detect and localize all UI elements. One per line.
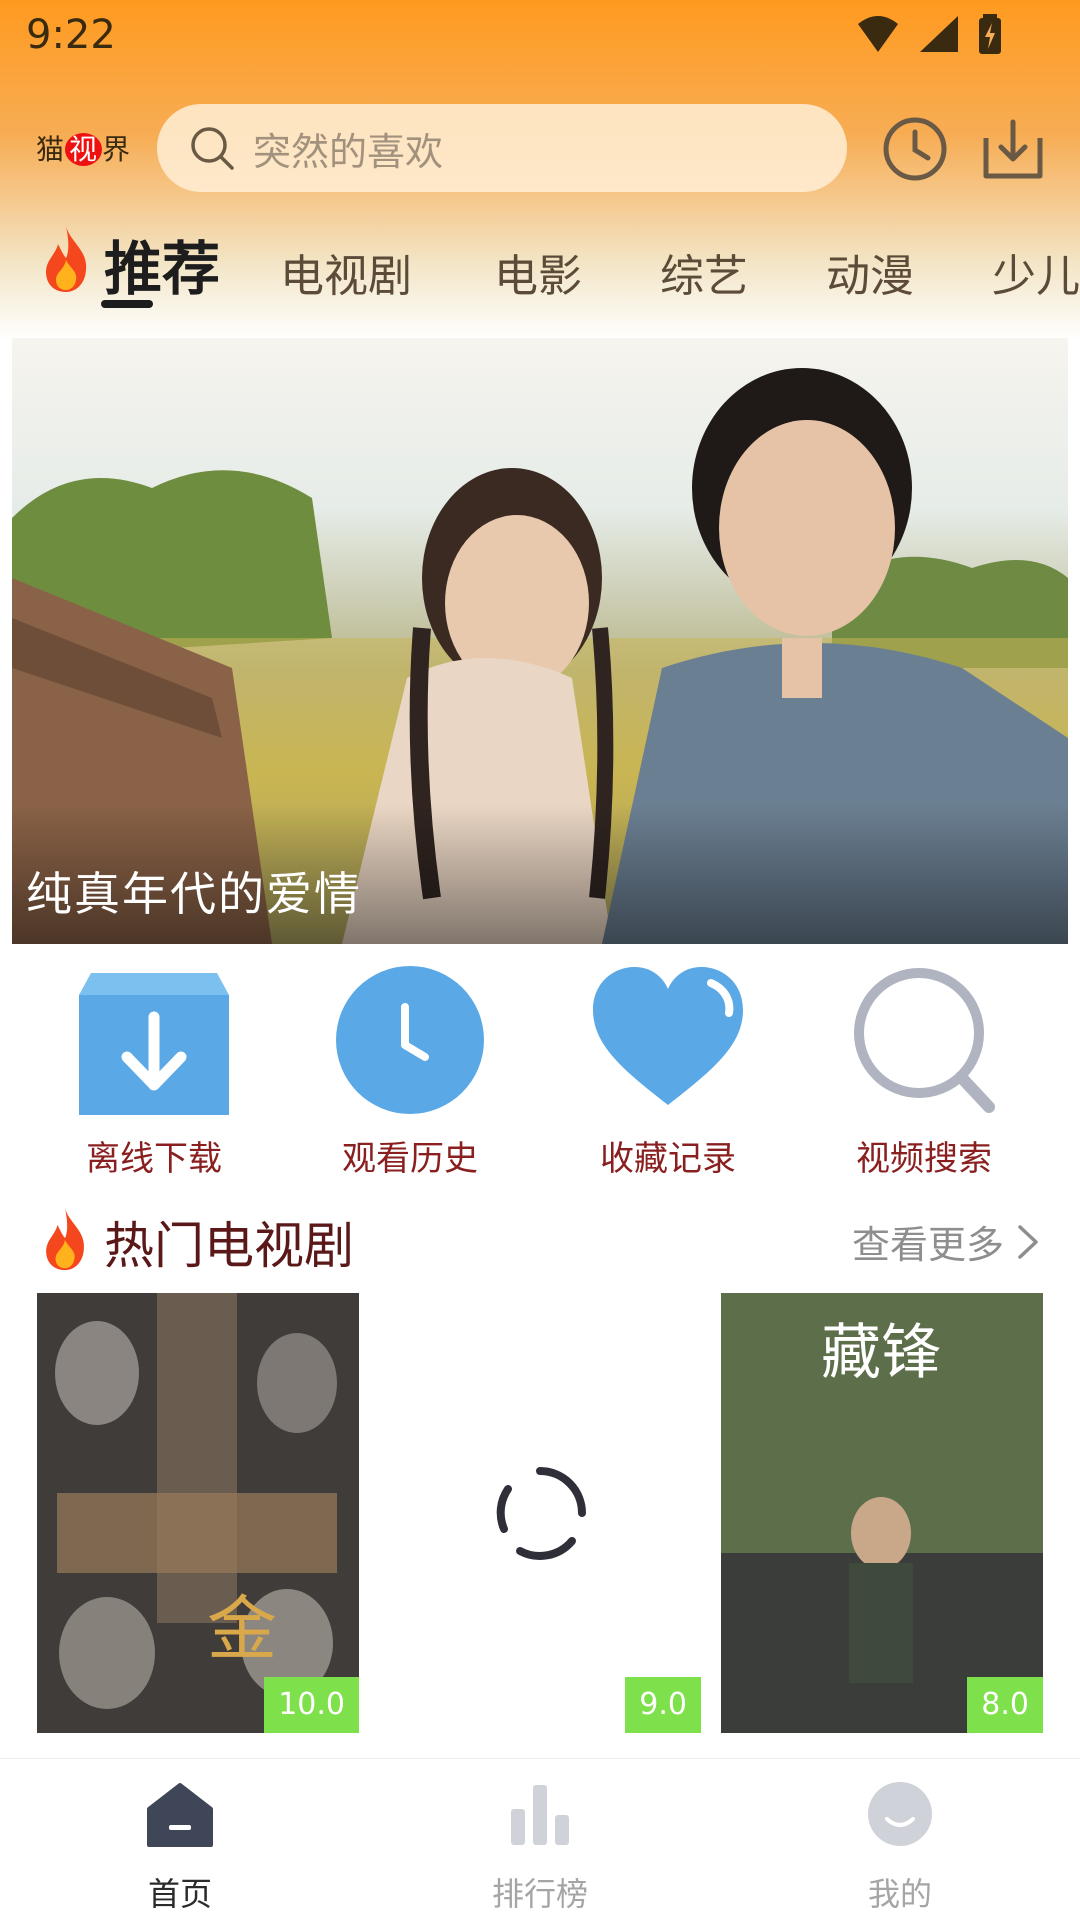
active-tab-indicator bbox=[101, 300, 153, 308]
category-tabs: 推荐 电视剧 电影 综艺 动漫 少儿 bbox=[0, 210, 1080, 320]
watch-history-label: 观看历史 bbox=[342, 1139, 478, 1179]
nav-profile[interactable]: 我的 bbox=[800, 1779, 1000, 1915]
video-search-label: 视频搜索 bbox=[856, 1139, 992, 1179]
poster-card[interactable]: 金 10.0 bbox=[37, 1293, 359, 1733]
section-title: 热门电视剧 bbox=[104, 1217, 354, 1275]
search-input[interactable]: 突然的喜欢 bbox=[157, 104, 847, 192]
app-logo: 猫视界 bbox=[36, 133, 132, 166]
status-bar: 9:22 bbox=[0, 0, 1080, 72]
tab-variety[interactable]: 综艺 bbox=[660, 240, 748, 304]
hero-banner[interactable]: 纯真年代的爱情 bbox=[12, 338, 1068, 944]
tab-recommend[interactable]: 推荐 bbox=[104, 222, 220, 306]
tab-anime[interactable]: 动漫 bbox=[826, 240, 914, 304]
nav-ranking-label: 排行榜 bbox=[491, 1875, 588, 1913]
home-icon bbox=[147, 1783, 213, 1847]
wifi-icon bbox=[858, 16, 898, 52]
hot-tv-section-header: 热门电视剧 查看更多 bbox=[40, 1200, 1040, 1280]
download-button[interactable] bbox=[978, 114, 1048, 184]
signal-icon bbox=[920, 16, 958, 52]
rating-badge: 9.0 bbox=[625, 1677, 701, 1733]
bar-chart-icon bbox=[511, 1785, 569, 1845]
poster-image: 金 bbox=[37, 1293, 359, 1733]
status-time: 9:22 bbox=[26, 12, 116, 58]
offline-download-label: 离线下载 bbox=[86, 1139, 222, 1179]
svg-text:藏锋: 藏锋 bbox=[821, 1318, 941, 1388]
flame-icon bbox=[46, 1207, 85, 1271]
nav-ranking[interactable]: 排行榜 bbox=[440, 1779, 640, 1915]
status-icons bbox=[856, 14, 1002, 54]
chevron-right-icon bbox=[1018, 1224, 1038, 1259]
search-icon bbox=[854, 968, 995, 1113]
banner-caption: 纯真年代的爱情 bbox=[26, 867, 362, 921]
poster-card[interactable]: 藏锋 8.0 bbox=[721, 1293, 1043, 1733]
rating-badge: 10.0 bbox=[264, 1677, 359, 1733]
favorites-label: 收藏记录 bbox=[600, 1139, 736, 1179]
nav-home[interactable]: 首页 bbox=[80, 1779, 280, 1915]
svg-text:金: 金 bbox=[207, 1588, 277, 1670]
tab-kids[interactable]: 少儿 bbox=[992, 240, 1080, 304]
profile-icon bbox=[868, 1782, 932, 1846]
see-more-link[interactable]: 查看更多 bbox=[852, 1214, 1040, 1269]
watch-history-button[interactable]: 观看历史 bbox=[300, 965, 520, 1180]
search-placeholder: 突然的喜欢 bbox=[253, 129, 444, 174]
poster-card[interactable]: 9.0 bbox=[379, 1293, 701, 1733]
flame-icon bbox=[46, 226, 87, 292]
favorites-button[interactable]: 收藏记录 bbox=[558, 965, 778, 1180]
history-button[interactable] bbox=[880, 114, 950, 184]
see-more-label: 查看更多 bbox=[851, 1223, 1004, 1267]
clock-icon bbox=[336, 966, 484, 1114]
nav-home-label: 首页 bbox=[147, 1875, 212, 1913]
loading-spinner-icon bbox=[496, 1467, 586, 1560]
tab-movies[interactable]: 电影 bbox=[494, 240, 582, 304]
offline-download-button[interactable]: 离线下载 bbox=[44, 965, 264, 1180]
download-box-icon bbox=[79, 973, 229, 1115]
search-icon bbox=[191, 127, 234, 170]
tab-tv-series[interactable]: 电视剧 bbox=[280, 240, 412, 304]
battery-icon bbox=[979, 14, 1001, 54]
bottom-navigation: 首页 排行榜 我的 bbox=[0, 1758, 1080, 1921]
rating-badge: 8.0 bbox=[967, 1677, 1043, 1733]
nav-profile-label: 我的 bbox=[867, 1875, 932, 1913]
video-search-button[interactable]: 视频搜索 bbox=[814, 965, 1034, 1180]
poster-image: 藏锋 bbox=[721, 1293, 1043, 1733]
heart-icon bbox=[593, 967, 743, 1105]
